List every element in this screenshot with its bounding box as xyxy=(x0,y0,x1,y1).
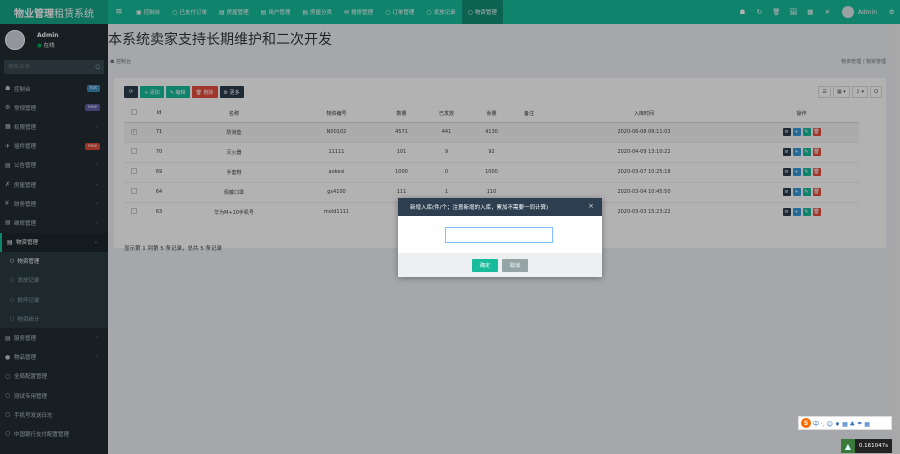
confirm-button[interactable]: 确定 xyxy=(472,258,498,272)
cancel-button[interactable]: 取消 xyxy=(502,258,528,272)
debug-widget[interactable]: ▲ 0.161047s xyxy=(840,439,892,453)
stock-in-dialog: 新增入库(件/个；注意新增的入库，累加不需要一同计算) × 确定 取消 xyxy=(398,198,602,277)
close-icon[interactable]: × xyxy=(588,202,594,210)
runtime-value: 0.161047s xyxy=(858,443,888,449)
trace-icon: ▲ xyxy=(840,439,855,453)
dialog-title: 新增入库(件/个；注意新增的入库，累加不需要一同计算) × xyxy=(398,198,602,216)
quantity-input[interactable] xyxy=(445,227,553,243)
sogou-logo-icon: S xyxy=(801,418,811,428)
ime-toolbar[interactable]: S 中 ·, ☺ ♦ ▦ ♣ ☂ ▦ xyxy=(798,416,892,430)
